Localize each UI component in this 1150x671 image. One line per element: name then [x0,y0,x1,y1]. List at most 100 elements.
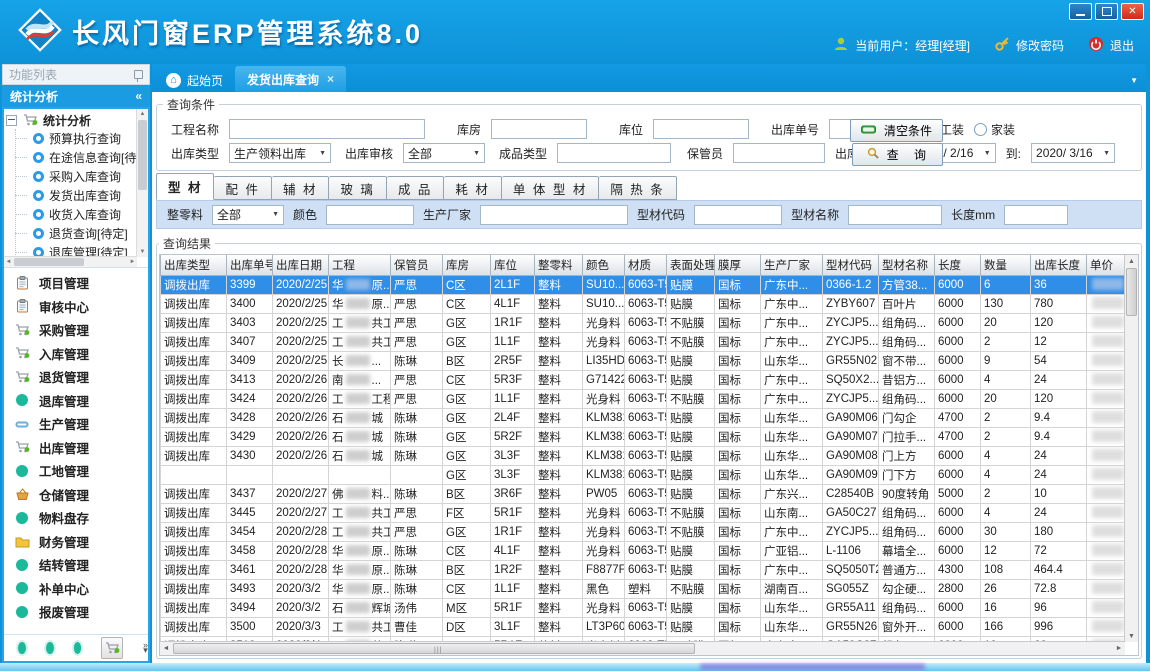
tree-item-退库管理[待定][interactable]: 退库管理[待定] [11,243,136,257]
table-row[interactable]: 调拨出库33992020/2/25华原...严思C区2L1F整料SU10...6… [161,276,1126,295]
tab-list-dropdown-icon[interactable]: ▼ [1130,76,1138,85]
table-row[interactable]: 调拨出库34002020/2/25华原...严思C区4L1F整料SU10...6… [161,295,1126,314]
scrollbar-thumb[interactable]: ||| [173,643,695,654]
minimize-button[interactable] [1069,3,1092,20]
material-tab-玻璃[interactable]: 玻 璃 [329,176,386,200]
tab-发货出库查询[interactable]: 发货出库查询× [235,66,346,92]
column-header-库房[interactable]: 库房 [443,255,491,276]
scrollbar-thumb[interactable] [138,120,147,190]
table-row[interactable]: 调拨出库34032020/2/25工共工程严思G区1R1F整料光身料6063-T… [161,314,1126,333]
sidebar-item-补单中心[interactable]: 补单中心 [4,577,148,601]
table-row[interactable]: 调拨出库34302020/2/26石城陈琳G区3L3F整料KLM38176063… [161,447,1126,466]
column-header-整零料[interactable]: 整零料 [535,255,583,276]
material-tab-隔热条[interactable]: 隔 热 条 [599,176,676,200]
pin-icon[interactable] [134,70,143,79]
material-tab-辅材[interactable]: 辅 材 [272,176,329,200]
whole-part-select[interactable]: 全部 ▼ [212,205,284,225]
clear-conditions-button[interactable]: 清空条件 [850,119,943,142]
column-header-单价[interactable]: 单价 [1087,255,1126,276]
warehouse-input[interactable] [491,119,587,139]
color-input[interactable] [326,205,414,225]
sidebar-item-结转管理[interactable]: 结转管理 [4,553,148,577]
location-input[interactable] [653,119,749,139]
scrollbar-thumb[interactable] [14,258,84,266]
tree-item-预算执行查询[interactable]: 预算执行查询 [11,129,136,148]
sidebar-item-退货管理[interactable]: 退货管理 [4,365,148,389]
close-icon[interactable]: × [327,72,334,86]
project-name-input[interactable] [229,119,425,139]
column-header-出库长度[interactable]: 出库长度 [1031,255,1087,276]
maximize-button[interactable] [1095,3,1118,20]
table-row[interactable]: 调拨出库34242020/2/26工工程严思G区1L1F整料光身料6063-T5… [161,390,1126,409]
material-tab-耗材[interactable]: 耗 材 [444,176,501,200]
column-header-库位[interactable]: 库位 [491,255,535,276]
tab-起始页[interactable]: 起始页 [154,68,235,92]
table-row[interactable]: 调拨出库34612020/2/28华原...陈琳B区1R2F整料F8877FT6… [161,561,1126,580]
grid-vertical-scrollbar[interactable]: ▲▼ [1124,255,1138,642]
radio-jiazhuang[interactable]: 家装 [974,121,1015,138]
out-type-select[interactable]: 生产领料出库 ▼ [229,143,331,163]
table-row[interactable]: 调拨出库34132020/2/26南...严思C区5R3F整料G71422606… [161,371,1126,390]
tree-root[interactable]: 统计分析 [6,111,136,129]
search-button[interactable]: 查 询 [852,143,943,166]
column-header-出库类型[interactable]: 出库类型 [161,255,227,276]
column-header-工程[interactable]: 工程 [329,255,391,276]
column-header-材质[interactable]: 材质 [625,255,667,276]
column-header-长度[interactable]: 长度 [935,255,981,276]
table-row[interactable]: 调拨出库34282020/2/26石城陈琳G区2L4F整料KLM38176063… [161,409,1126,428]
table-row[interactable]: 调拨出库35002020/3/3工共工程曹佳D区3L1F整料LT3P606063… [161,618,1126,637]
dot-icon[interactable] [18,642,26,654]
sidebar-item-工地管理[interactable]: 工地管理 [4,459,148,483]
material-tab-成品[interactable]: 成 品 [387,176,444,200]
sidebar-item-仓储管理[interactable]: 仓储管理 [4,483,148,507]
profile-name-input[interactable] [848,205,942,225]
sidebar-item-审核中心[interactable]: 审核中心 [4,295,148,319]
sidebar-item-报废管理[interactable]: 报废管理 [4,600,148,624]
sidebar-section-header[interactable]: 统计分析 « [2,85,150,107]
column-header-生产厂家[interactable]: 生产厂家 [761,255,823,276]
column-header-出库单号[interactable]: 出库单号 [227,255,273,276]
table-row[interactable]: 调拨出库34072020/2/25工共工程严思G区1L1F整料光身料6063-T… [161,333,1126,352]
scrollbar-thumb[interactable] [1126,268,1137,316]
sidebar-item-出库管理[interactable]: 出库管理 [4,436,148,460]
tree-item-发货出库查询[interactable]: 发货出库查询 [11,186,136,205]
date-to-select[interactable]: 2020/ 3/16 ▼ [1031,143,1115,163]
table-row[interactable]: 调拨出库34582020/2/28华原...陈琳C区4L1F整料光身料6063-… [161,542,1126,561]
tree-horizontal-scrollbar[interactable]: ◄► [4,256,137,267]
material-tab-型材[interactable]: 型 材 [156,173,214,200]
sidebar-item-财务管理[interactable]: 财务管理 [4,530,148,554]
sidebar-item-入库管理[interactable]: 入库管理 [4,342,148,366]
change-password-button[interactable]: 修改密码 [994,36,1064,55]
column-header-膜厚[interactable]: 膜厚 [715,255,761,276]
table-row[interactable]: G区3L3F整料KLM38176063-T5贴膜国标山东华...GA90M09.… [161,466,1126,485]
sidebar-item-退库管理[interactable]: 退库管理 [4,389,148,413]
collapse-expander-icon[interactable] [6,115,17,126]
column-header-型材名称[interactable]: 型材名称 [879,255,935,276]
table-row[interactable]: 调拨出库34372020/2/27佛料...陈琳B区3R6F整料PW056063… [161,485,1126,504]
sidebar-item-项目管理[interactable]: 项目管理 [4,271,148,295]
material-tab-配件[interactable]: 配 件 [214,176,271,200]
sidebar-item-生产管理[interactable]: 生产管理 [4,412,148,436]
column-header-颜色[interactable]: 颜色 [583,255,625,276]
column-header-型材代码[interactable]: 型材代码 [823,255,879,276]
length-input[interactable] [1004,205,1068,225]
keeper-input[interactable] [733,143,825,163]
dot-icon[interactable] [46,642,54,654]
material-tab-单体型材[interactable]: 单 体 型 材 [502,176,599,200]
table-row[interactable]: 调拨出库34542020/2/28工共工程严思G区1R1F整料光身料6063-T… [161,523,1126,542]
table-row[interactable]: 调拨出库34932020/3/2华原...陈琳C区1L1F整料黑色塑料不贴膜国标… [161,580,1126,599]
column-header-数量[interactable]: 数量 [981,255,1031,276]
table-row[interactable]: 调拨出库34452020/2/27工共工程严思F区5R1F整料光身料6063-T… [161,504,1126,523]
column-header-表面处理[interactable]: 表面处理 [667,255,715,276]
tree-item-采购入库查询[interactable]: 采购入库查询 [11,167,136,186]
manufacturer-input[interactable] [480,205,628,225]
table-row[interactable]: 调拨出库34292020/2/26石城陈琳G区5R2F整料KLM38176063… [161,428,1126,447]
table-row[interactable]: 调拨出库34942020/3/2石辉城汤伟M区5R1F整料光身料6063-T5贴… [161,599,1126,618]
logout-button[interactable]: 退出 [1088,36,1134,55]
audit-select[interactable]: 全部 ▼ [403,143,485,163]
column-header-保管员[interactable]: 保管员 [391,255,443,276]
tree-item-在途信息查询[待[interactable]: 在途信息查询[待 [11,148,136,167]
more-button[interactable]: »▾ [143,643,148,654]
tree-item-退货查询[待定][interactable]: 退货查询[待定] [11,224,136,243]
dot-icon[interactable] [74,642,82,654]
